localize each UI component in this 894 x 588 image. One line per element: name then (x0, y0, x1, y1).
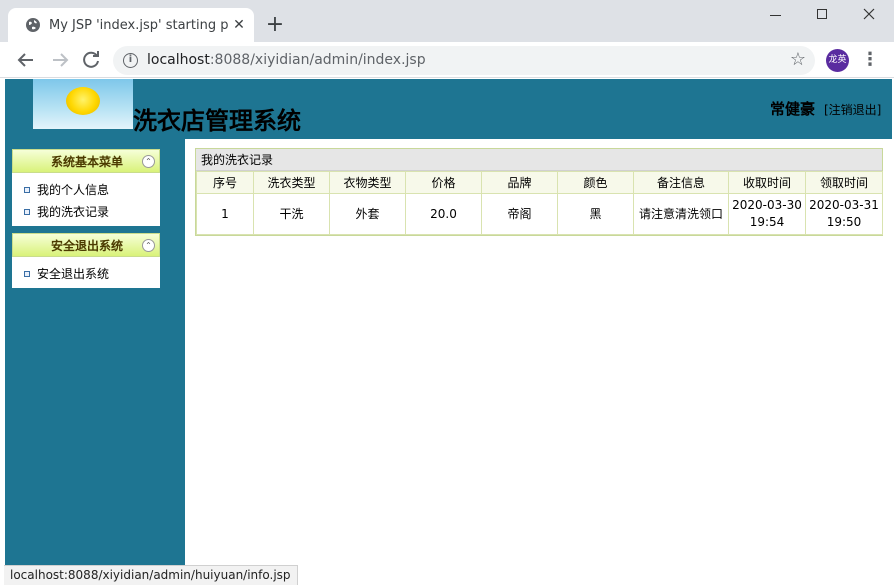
column-header: 品牌 (481, 171, 558, 194)
table-header-row: 序号 洗衣类型 衣物类型 价格 品牌 颜色 备注信息 收取时间 领取时间 (196, 171, 883, 194)
cell-receive-time: 2020-03-30 19:54 (728, 193, 806, 235)
logo-image (33, 79, 133, 129)
maximize-button[interactable] (799, 2, 845, 28)
receive-clock: 19:54 (749, 215, 785, 229)
column-header: 备注信息 (633, 171, 729, 194)
records-table: 序号 洗衣类型 衣物类型 价格 品牌 颜色 备注信息 收取时间 领取时间 1 干 (196, 171, 883, 235)
menu-group-exit: 安全退出系统 ⌃ 安全退出系统 (12, 233, 160, 288)
table-row: 1 干洗 外套 20.0 帝阁 黑 请注意清洗领口 2020-03-30 19:… (196, 193, 883, 235)
cell-clothes-type: 外套 (329, 193, 406, 235)
tab-strip: My JSP 'index.jsp' starting page ✕ + (0, 0, 894, 42)
new-tab-button[interactable]: + (262, 13, 288, 39)
laundry-records-panel: 我的洗衣记录 序号 洗衣类型 衣物类型 价格 品牌 颜色 备注信息 收取时间 领… (195, 148, 883, 236)
user-name: 常健豪 (770, 100, 816, 118)
menu-group-title: 系统基本菜单 (50, 155, 123, 169)
menu-group-header[interactable]: 系统基本菜单 ⌃ (12, 149, 160, 173)
menu-group-basic: 系统基本菜单 ⌃ 我的个人信息 我的洗衣记录 (12, 149, 160, 226)
address-bar[interactable]: i localhost:8088/xiyidian/admin/index.js… (113, 46, 815, 75)
cell-remark: 请注意清洗领口 (633, 193, 729, 235)
minimize-icon (770, 15, 781, 16)
collapse-icon[interactable]: ⌃ (142, 239, 155, 252)
column-header: 洗衣类型 (253, 171, 330, 194)
bullet-icon (24, 209, 30, 215)
bullet-icon (24, 271, 30, 277)
globe-icon (26, 18, 40, 32)
profile-avatar[interactable]: 龙英 (826, 49, 849, 72)
close-icon[interactable]: ✕ (230, 16, 248, 34)
menu-group-title: 安全退出系统 (50, 239, 123, 253)
browser-tab[interactable]: My JSP 'index.jsp' starting page ✕ (8, 8, 254, 42)
panel-title-bar: 我的洗衣记录 (196, 149, 882, 171)
column-header: 颜色 (557, 171, 634, 194)
cell-color: 黑 (557, 193, 634, 235)
kebab-menu-icon[interactable]: ⋮ (860, 48, 880, 72)
column-header: 衣物类型 (329, 171, 406, 194)
url-text[interactable]: localhost:8088/xiyidian/admin/index.jsp (147, 52, 426, 69)
window-close-button[interactable] (846, 2, 892, 28)
bullet-icon (24, 187, 30, 193)
logout-link[interactable]: [注销退出] (824, 102, 881, 118)
collapse-icon[interactable]: ⌃ (142, 155, 155, 168)
cell-wash-type: 干洗 (253, 193, 330, 235)
arrow-right-icon (53, 53, 69, 67)
cell-no: 1 (196, 193, 254, 235)
receive-date: 2020-03-30 (732, 198, 802, 212)
column-header: 收取时间 (728, 171, 806, 194)
reload-icon (83, 51, 99, 68)
cell-brand: 帝阁 (481, 193, 558, 235)
page: 洗衣店管理系统 常健豪 [注销退出] 系统基本菜单 ⌃ 我的个人信息 我的洗衣记… (0, 79, 894, 565)
forward-button[interactable] (48, 48, 72, 72)
column-header: 序号 (196, 171, 254, 194)
browser-toolbar: i localhost:8088/xiyidian/admin/index.js… (0, 42, 894, 78)
reload-button[interactable] (79, 48, 103, 72)
back-button[interactable] (14, 48, 38, 72)
cell-pickup-time: 2020-03-31 19:50 (805, 193, 883, 235)
status-bar: localhost:8088/xiyidian/admin/huiyuan/in… (4, 565, 298, 585)
pickup-clock: 19:50 (826, 215, 862, 229)
main-content: 我的洗衣记录 序号 洗衣类型 衣物类型 价格 品牌 颜色 备注信息 收取时间 领… (185, 139, 894, 565)
sidebar-item-label: 我的洗衣记录 (37, 205, 110, 219)
sun-graphic (66, 87, 100, 115)
star-icon[interactable]: ☆ (786, 48, 810, 72)
arrow-left-icon (17, 53, 33, 67)
menu-group-header[interactable]: 安全退出系统 ⌃ (12, 233, 160, 257)
column-header: 价格 (405, 171, 482, 194)
minimize-button[interactable] (752, 2, 798, 28)
info-icon[interactable]: i (123, 53, 138, 68)
sidebar-item-label: 我的个人信息 (37, 183, 110, 197)
site-header: 洗衣店管理系统 常健豪 [注销退出] (5, 79, 892, 139)
system-title: 洗衣店管理系统 (133, 107, 301, 135)
pickup-date: 2020-03-31 (809, 198, 879, 212)
tab-title: My JSP 'index.jsp' starting page (49, 18, 229, 33)
sidebar-item-label: 安全退出系统 (37, 267, 110, 281)
column-header: 领取时间 (805, 171, 883, 194)
close-icon (863, 8, 875, 20)
cell-price: 20.0 (405, 193, 482, 235)
panel-title: 我的洗衣记录 (201, 153, 274, 167)
sidebar: 系统基本菜单 ⌃ 我的个人信息 我的洗衣记录 安全退出系统 ⌃ 安全退出系统 (5, 139, 185, 565)
maximize-icon (817, 9, 827, 19)
